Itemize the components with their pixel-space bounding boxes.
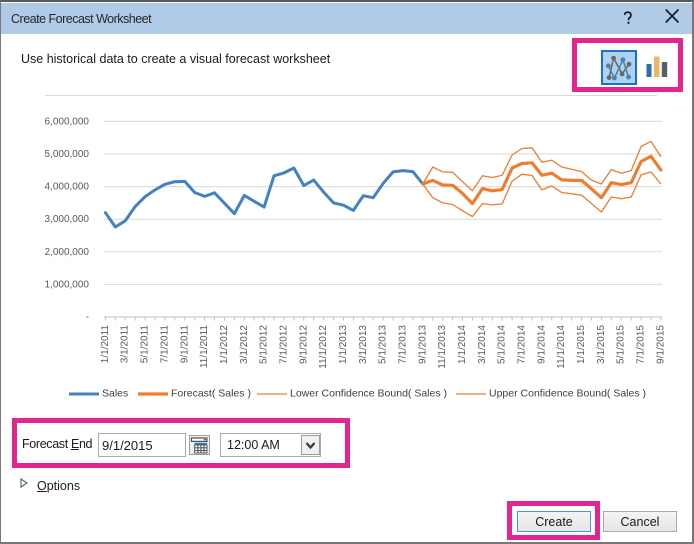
svg-text:5/1/2012: 5/1/2012 (259, 325, 270, 364)
svg-text:9/1/2011: 9/1/2011 (179, 325, 190, 364)
svg-text:1,000,000: 1,000,000 (45, 279, 90, 290)
svg-text:1/1/2013: 1/1/2013 (338, 325, 349, 364)
svg-text:5/1/2013: 5/1/2013 (378, 325, 389, 364)
svg-text:9/1/2014: 9/1/2014 (536, 325, 547, 364)
svg-text:9/1/2012: 9/1/2012 (298, 325, 309, 364)
svg-text:11/1/2011: 11/1/2011 (199, 325, 210, 368)
svg-text:6,000,000: 6,000,000 (45, 116, 90, 127)
svg-text:7/1/2015: 7/1/2015 (636, 325, 647, 364)
svg-text:Lower Confidence Bound( Sales: Lower Confidence Bound( Sales ) (290, 387, 447, 399)
svg-text:Forecast( Sales ): Forecast( Sales ) (171, 387, 251, 399)
svg-text:9/1/2013: 9/1/2013 (417, 325, 428, 364)
svg-text:3/1/2015: 3/1/2015 (596, 325, 607, 364)
svg-text:5/1/2011: 5/1/2011 (140, 325, 151, 364)
svg-text:2,000,000: 2,000,000 (45, 247, 90, 258)
svg-text:-: - (86, 312, 89, 323)
svg-text:11/1/2012: 11/1/2012 (318, 325, 329, 369)
svg-text:5/1/2014: 5/1/2014 (497, 325, 508, 364)
svg-text:11/1/2013: 11/1/2013 (437, 325, 448, 369)
svg-text:3/1/2011: 3/1/2011 (120, 325, 131, 364)
svg-text:7/1/2014: 7/1/2014 (517, 325, 528, 364)
svg-text:7/1/2012: 7/1/2012 (279, 325, 290, 364)
svg-text:4,000,000: 4,000,000 (45, 182, 90, 193)
svg-text:11/1/2014: 11/1/2014 (556, 325, 567, 369)
svg-text:1/1/2012: 1/1/2012 (219, 325, 230, 364)
svg-text:3/1/2012: 3/1/2012 (239, 325, 250, 364)
svg-text:5,000,000: 5,000,000 (45, 149, 90, 160)
svg-text:3,000,000: 3,000,000 (45, 214, 90, 225)
svg-text:5/1/2015: 5/1/2015 (616, 325, 627, 364)
svg-text:3/1/2014: 3/1/2014 (477, 325, 488, 364)
svg-text:1/1/2014: 1/1/2014 (457, 325, 468, 364)
svg-text:7/1/2013: 7/1/2013 (398, 325, 409, 364)
svg-text:3/1/2013: 3/1/2013 (358, 325, 369, 364)
svg-text:9/1/2015: 9/1/2015 (655, 325, 666, 364)
svg-text:1/1/2011: 1/1/2011 (100, 325, 111, 364)
svg-text:Upper Confidence Bound( Sales: Upper Confidence Bound( Sales ) (489, 387, 646, 399)
svg-text:Sales: Sales (102, 387, 128, 399)
svg-text:1/1/2015: 1/1/2015 (576, 325, 587, 364)
svg-text:7/1/2011: 7/1/2011 (159, 325, 170, 364)
